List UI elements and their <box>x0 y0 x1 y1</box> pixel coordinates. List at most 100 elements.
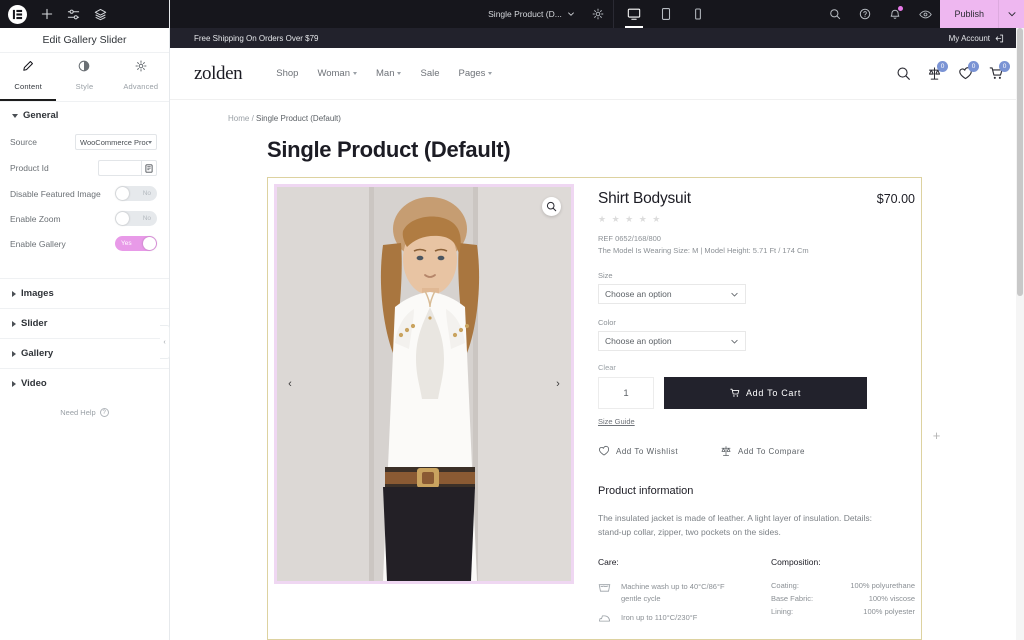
section-general[interactable]: General <box>0 102 169 129</box>
nav-item-shop[interactable]: Shop <box>276 68 298 79</box>
breadcrumb-current: Single Product (Default) <box>256 114 341 123</box>
accordion-slider-label: Slider <box>21 318 48 329</box>
product-gallery-widget[interactable]: ‹ › <box>274 184 574 584</box>
announcement-bar: Free Shipping On Orders Over $79 My Acco… <box>170 28 1024 48</box>
product-picker-icon[interactable] <box>141 160 157 176</box>
chevron-down-icon <box>488 72 493 75</box>
need-help-link[interactable]: Need Help ? <box>0 398 169 433</box>
section-general-label: General <box>23 110 59 121</box>
iron-icon <box>599 615 610 622</box>
gallery-prev-arrow[interactable]: ‹ <box>282 376 298 392</box>
chevron-down-icon <box>353 72 357 75</box>
nav-item-woman[interactable]: Woman <box>317 68 357 79</box>
breadcrumb-home[interactable]: Home <box>228 114 249 123</box>
device-desktop-icon[interactable] <box>618 0 650 28</box>
product-layout: ‹ › Shirt Bodysuit $70.00 ★ ★ ★ ★ ★ REF … <box>268 178 940 639</box>
breadcrumb: Home / Single Product (Default) <box>170 100 1024 123</box>
accordion-images[interactable]: Images <box>0 278 169 308</box>
document-settings-icon[interactable] <box>583 0 613 28</box>
chevron-down-icon <box>731 339 738 344</box>
nav-item-man-label: Man <box>376 68 395 79</box>
device-mobile-icon[interactable] <box>682 0 714 28</box>
control-source-label: Source <box>10 137 37 147</box>
cart-icon[interactable]: 0 <box>989 61 1010 81</box>
add-to-compare-button[interactable]: Add To Compare <box>720 445 805 457</box>
chevron-right-icon <box>12 290 16 297</box>
care-column: Care: Machine wash up to 40°C/86°F gentl… <box>598 557 741 633</box>
add-to-wishlist-label: Add To Wishlist <box>616 446 679 456</box>
accordion-gallery[interactable]: Gallery <box>0 338 169 368</box>
color-field-label: Color <box>598 318 616 327</box>
toggle-knob <box>143 237 156 250</box>
panel-heading: Edit Gallery Slider <box>0 28 169 53</box>
my-account-link[interactable]: My Account <box>949 34 1004 43</box>
enable-zoom-toggle[interactable]: No <box>115 211 157 226</box>
tab-content[interactable]: Content <box>0 53 57 101</box>
scrollbar-thumb[interactable] <box>1017 28 1023 296</box>
disable-featured-image-toggle[interactable]: No <box>115 186 157 201</box>
color-select[interactable]: Choose an option <box>598 331 746 351</box>
preview-scrollbar[interactable] <box>1016 28 1024 640</box>
tab-style[interactable]: Style <box>56 53 112 101</box>
nav-item-woman-label: Woman <box>317 68 350 79</box>
image-zoom-button[interactable] <box>542 197 561 216</box>
enable-gallery-toggle[interactable]: Yes <box>115 236 157 251</box>
document-name-label: Single Product (D... <box>488 9 562 19</box>
settings-sliders-icon[interactable] <box>67 8 80 21</box>
cart-row: 1 Add To Cart <box>598 377 915 409</box>
wishlist-heart-icon <box>599 445 609 456</box>
contrast-circle-icon <box>56 59 112 73</box>
editor-panel: Edit Gallery Slider Content Style Advanc… <box>0 0 170 640</box>
add-element-icon[interactable] <box>41 8 53 20</box>
product-information-body: The insulated jacket is made of leather.… <box>598 513 873 538</box>
breadcrumb-separator: / <box>249 114 257 123</box>
search-icon[interactable] <box>896 66 911 81</box>
layers-icon[interactable] <box>94 8 107 21</box>
header-icon-group: 0 0 0 <box>896 61 1010 81</box>
gear-icon <box>113 59 169 73</box>
washing-machine-icon <box>598 584 611 592</box>
cart-icon <box>730 388 740 397</box>
preview-canvas: Free Shipping On Orders Over $79 My Acco… <box>170 28 1024 640</box>
accordion-slider[interactable]: Slider <box>0 308 169 338</box>
product-model-note: The Model Is Wearing Size: M | Model Hei… <box>598 246 809 255</box>
product-title-row: Shirt Bodysuit $70.00 <box>598 190 915 208</box>
add-widget-button[interactable]: + <box>929 428 944 443</box>
care-composition-wrap: Care: Machine wash up to 40°C/86°F gentl… <box>598 557 915 633</box>
device-tablet-icon[interactable] <box>650 0 682 28</box>
add-to-cart-button[interactable]: Add To Cart <box>664 377 867 409</box>
add-to-wishlist-button[interactable]: Add To Wishlist <box>598 445 678 457</box>
site-logo[interactable]: zolden <box>194 63 243 85</box>
gallery-next-arrow[interactable]: › <box>550 376 566 392</box>
quantity-stepper[interactable]: 1 <box>598 377 654 409</box>
panel-collapse-button[interactable]: ‹ <box>160 325 170 359</box>
clear-variations-link[interactable]: Clear <box>598 363 915 372</box>
elementor-logo-icon[interactable] <box>8 4 27 24</box>
tab-advanced[interactable]: Advanced <box>113 53 169 101</box>
size-field-label: Size <box>598 271 613 280</box>
source-select[interactable]: WooCommerce Proc <box>75 134 157 150</box>
size-guide-link[interactable]: Size Guide <box>598 417 635 426</box>
product-id-input[interactable] <box>98 160 141 176</box>
nav-item-pages[interactable]: Pages <box>459 68 493 79</box>
composition-column: Composition: Coating: 100% polyurethane … <box>771 557 915 633</box>
accordion-video[interactable]: Video <box>0 368 169 398</box>
nav-item-shop-label: Shop <box>276 68 299 79</box>
chevron-down-icon <box>568 12 574 16</box>
nav-item-sale[interactable]: Sale <box>420 68 439 79</box>
composition-name: Base Fabric: <box>771 594 814 604</box>
accordion-gallery-label: Gallery <box>21 348 54 359</box>
compare-icon[interactable]: 0 <box>927 61 948 81</box>
notifications-icon[interactable] <box>880 0 910 28</box>
size-select[interactable]: Choose an option <box>598 284 746 304</box>
composition-row: Lining: 100% polyester <box>771 607 915 616</box>
composition-row: Base Fabric: 100% viscose <box>771 594 915 603</box>
chevron-right-icon <box>12 320 16 327</box>
nav-item-man[interactable]: Man <box>376 68 402 79</box>
enable-zoom-value: No <box>142 215 151 222</box>
chevron-right-icon <box>12 350 16 357</box>
composition-name: Coating: <box>771 581 799 591</box>
product-information-title: Product information <box>598 485 694 497</box>
wishlist-heart-icon[interactable]: 0 <box>958 61 979 81</box>
document-name-dropdown[interactable]: Single Product (D... <box>480 9 583 19</box>
